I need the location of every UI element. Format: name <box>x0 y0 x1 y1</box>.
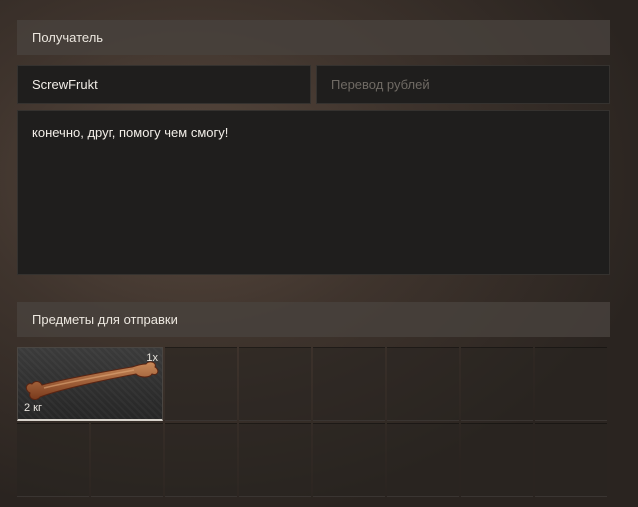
ruble-transfer-placeholder: Перевод рублей <box>331 77 430 92</box>
inventory-slot[interactable] <box>313 347 385 421</box>
inventory-slot[interactable] <box>165 347 237 421</box>
inventory-slot[interactable] <box>239 347 311 421</box>
inventory-slot[interactable] <box>535 423 607 497</box>
ruble-transfer-field[interactable]: Перевод рублей <box>316 65 610 104</box>
message-field[interactable]: конечно, друг, помогу чем смогу! <box>17 110 610 275</box>
inventory-slot[interactable] <box>239 423 311 497</box>
inventory-slot[interactable] <box>17 423 89 497</box>
inventory-slot[interactable] <box>535 347 607 421</box>
recipient-header: Получатель <box>17 20 610 55</box>
item-weight: 2 кг <box>24 402 42 414</box>
items-title: Предметы для отправки <box>32 312 178 327</box>
message-text: конечно, друг, помогу чем смогу! <box>32 125 229 140</box>
inventory-slot[interactable] <box>91 423 163 497</box>
inventory-item-bone[interactable]: 1x 2 кг <box>17 347 163 421</box>
inventory-slot[interactable] <box>165 423 237 497</box>
recipient-name-value: ScrewFrukt <box>32 77 98 92</box>
items-header: Предметы для отправки <box>17 302 610 337</box>
item-quantity: 1x <box>146 352 158 364</box>
recipient-name-field[interactable]: ScrewFrukt <box>17 65 311 104</box>
inventory-slot[interactable] <box>461 347 533 421</box>
inventory-slot[interactable] <box>387 423 459 497</box>
inventory-slot[interactable] <box>387 347 459 421</box>
inventory-slot[interactable] <box>313 423 385 497</box>
recipient-title: Получатель <box>32 30 104 45</box>
inventory-slot[interactable] <box>461 423 533 497</box>
